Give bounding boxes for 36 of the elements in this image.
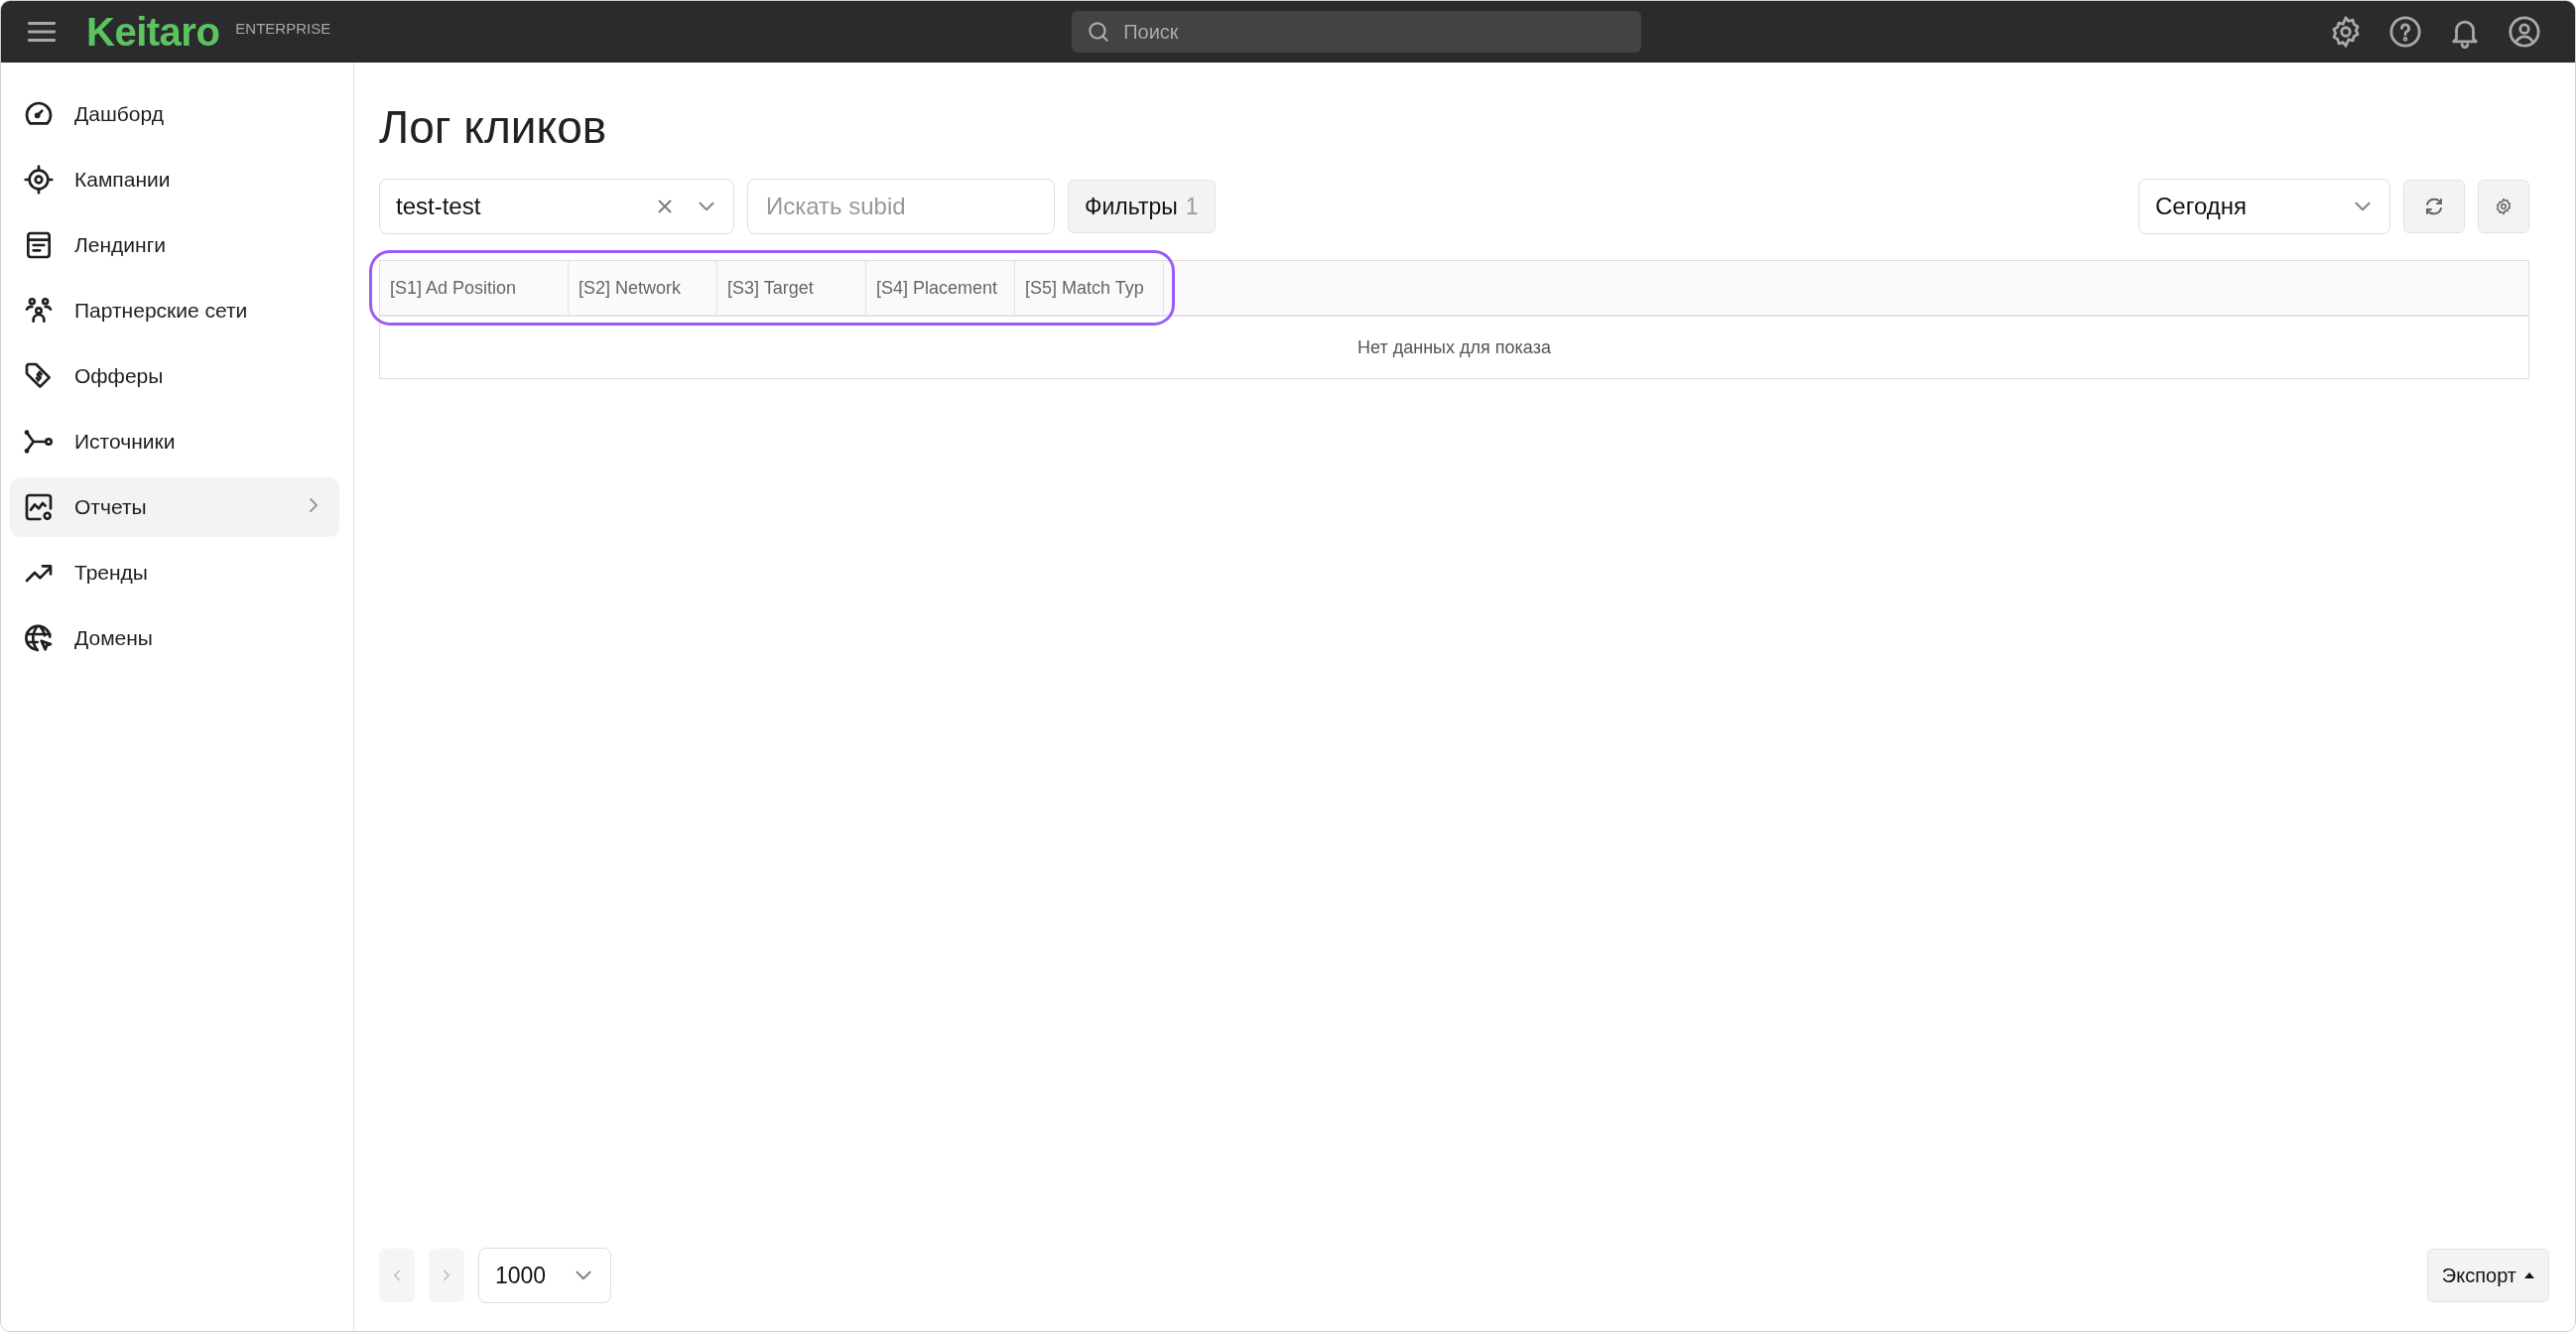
column-header[interactable]: [S3] Target	[717, 261, 866, 315]
profile-button[interactable]	[2508, 15, 2541, 49]
settings-button[interactable]	[2478, 180, 2529, 233]
period-select[interactable]: Сегодня	[2138, 179, 2390, 234]
logo[interactable]: Keitaro	[86, 9, 220, 55]
export-button[interactable]: Экспорт	[2426, 1249, 2549, 1302]
help-icon	[2388, 15, 2422, 49]
column-header[interactable]: [S5] Match Typ	[1015, 261, 1164, 315]
column-header[interactable]: [S2] Network	[569, 261, 717, 315]
help-button[interactable]	[2388, 15, 2422, 49]
edition-label: ENTERPRISE	[235, 19, 331, 37]
empty-message: Нет данных для показа	[1357, 336, 1551, 358]
chart-gear-icon	[23, 491, 55, 523]
refresh-button[interactable]	[2403, 180, 2465, 233]
sidebar-item[interactable]: Партнерские сети	[10, 281, 339, 340]
filters-button[interactable]: Фильтры 1	[1068, 180, 1216, 233]
user-icon	[2508, 15, 2541, 49]
settings-icon	[2495, 198, 2512, 215]
sidebar-item[interactable]: Дашборд	[10, 84, 339, 144]
target-icon	[23, 164, 55, 196]
page-size-select[interactable]: 1000	[478, 1248, 611, 1303]
subid-search-field[interactable]: Искать subid	[747, 179, 1055, 234]
column-header[interactable]: [S1] Ad Position	[380, 261, 569, 315]
sidebar-item[interactable]: Лендинги	[10, 215, 339, 275]
sidebar-item[interactable]: Офферы	[10, 346, 339, 406]
campaign-select[interactable]: test-test	[379, 179, 734, 234]
sidebar-item[interactable]: Тренды	[10, 543, 339, 602]
search-field[interactable]: Поиск	[1072, 11, 1642, 53]
globe-cursor-icon	[23, 622, 55, 654]
sidebar-item[interactable]: Источники	[10, 412, 339, 471]
sidebar-item[interactable]: Кампании	[10, 150, 339, 209]
caret-up-icon	[2524, 1272, 2534, 1278]
page-title: Лог кликов	[379, 100, 607, 154]
column-header[interactable]: [S4] Placement	[866, 261, 1015, 315]
sidebar-item[interactable]: Отчеты	[10, 477, 339, 537]
sidebar-item[interactable]: Домены	[10, 608, 339, 668]
